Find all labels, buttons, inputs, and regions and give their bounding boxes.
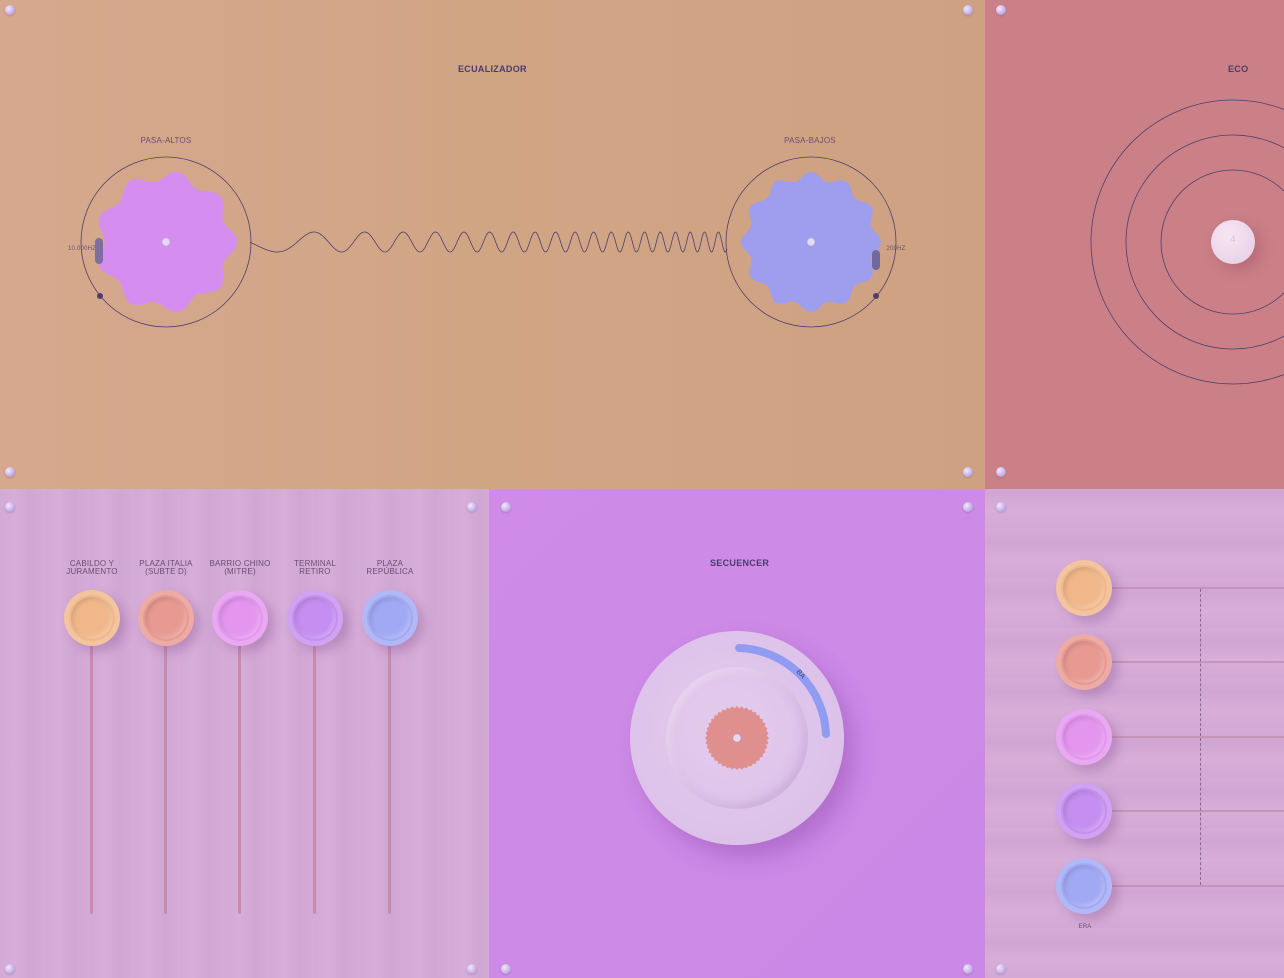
equalizer-panel: ECUALIZADOR PASA-ALTOS PASA-BAJOS 10.000… bbox=[0, 0, 985, 489]
station-label: PLAZA REPÚBLICA bbox=[355, 560, 425, 576]
fader-track bbox=[238, 639, 241, 914]
screw-icon bbox=[963, 964, 973, 974]
knob-inner-ring bbox=[1063, 567, 1105, 609]
track-button[interactable] bbox=[1056, 858, 1112, 914]
screw-icon bbox=[996, 467, 1006, 477]
knob-inner-ring bbox=[1063, 716, 1105, 758]
station-label: CABILDO Y JURAMENTO bbox=[57, 560, 127, 576]
screw-icon bbox=[996, 964, 1006, 974]
station-label-line2: (MITRE) bbox=[224, 567, 256, 576]
screw-icon bbox=[467, 502, 477, 512]
knob-inner-ring bbox=[145, 597, 187, 639]
track-button[interactable] bbox=[1056, 634, 1112, 690]
fader-track bbox=[90, 639, 93, 914]
lowpass-knob[interactable] bbox=[733, 166, 893, 326]
station-label-line2: (SUBTE D) bbox=[145, 567, 187, 576]
station-label: BARRIO CHINO (MITRE) bbox=[205, 560, 275, 576]
knob-inner-ring bbox=[219, 597, 261, 639]
screw-icon bbox=[5, 502, 15, 512]
lowpass-side-tab bbox=[872, 250, 880, 270]
sequencer-panel: SECUENCER BA bbox=[489, 489, 985, 978]
station-label-line2: JURAMENTO bbox=[66, 567, 118, 576]
station-fader-knob[interactable] bbox=[287, 590, 343, 646]
screw-icon bbox=[467, 964, 477, 974]
track-line bbox=[1105, 810, 1284, 812]
track-line bbox=[1105, 736, 1284, 738]
track-button[interactable] bbox=[1056, 560, 1112, 616]
sequencer-graphics bbox=[705, 644, 830, 770]
station-fader-knob[interactable] bbox=[362, 590, 418, 646]
station-label: PLAZA ITALIA (SUBTE D) bbox=[131, 560, 201, 576]
track-line bbox=[1105, 587, 1284, 589]
station-fader-knob[interactable] bbox=[212, 590, 268, 646]
guide-dashed-line bbox=[1200, 589, 1201, 885]
screw-icon bbox=[5, 467, 15, 477]
screw-icon bbox=[5, 5, 15, 15]
station-label: TERMINAL RETIRO bbox=[280, 560, 350, 576]
station-label-line2: REPÚBLICA bbox=[366, 567, 414, 576]
screw-icon bbox=[996, 5, 1006, 15]
right-bottom-panel: ERA bbox=[985, 489, 1284, 978]
screw-icon bbox=[963, 502, 973, 512]
screw-icon bbox=[5, 964, 15, 974]
fader-track bbox=[164, 639, 167, 914]
track-button[interactable] bbox=[1056, 783, 1112, 839]
knob-inner-ring bbox=[1063, 790, 1105, 832]
knob-inner-ring bbox=[1063, 865, 1105, 907]
knob-inner-ring bbox=[369, 597, 411, 639]
echo-knob[interactable]: 4 bbox=[1211, 220, 1255, 264]
screw-icon bbox=[501, 964, 511, 974]
frequency-wave bbox=[249, 231, 728, 253]
knob-inner-ring bbox=[71, 597, 113, 639]
track-line bbox=[1105, 885, 1284, 887]
screw-icon bbox=[963, 467, 973, 477]
knob-inner-ring bbox=[294, 597, 336, 639]
right-bottom-caption: ERA bbox=[1078, 924, 1092, 930]
station-fader-knob[interactable] bbox=[64, 590, 120, 646]
station-fader-knob[interactable] bbox=[138, 590, 194, 646]
knob-inner-ring bbox=[1063, 641, 1105, 683]
station-label-line2: RETIRO bbox=[299, 567, 331, 576]
echo-knob-glyph: 4 bbox=[1230, 234, 1236, 244]
screw-icon bbox=[963, 5, 973, 15]
screw-icon bbox=[996, 502, 1006, 512]
screw-icon bbox=[501, 502, 511, 512]
highpass-knob[interactable] bbox=[88, 166, 248, 326]
fader-track bbox=[388, 639, 391, 914]
highpass-side-tab bbox=[95, 238, 103, 264]
track-button[interactable] bbox=[1056, 709, 1112, 765]
fader-track bbox=[313, 639, 316, 914]
echo-panel: ECO 4 bbox=[985, 0, 1284, 489]
stations-panel: CABILDO Y JURAMENTO PLAZA ITALIA (SUBTE D) B… bbox=[0, 489, 489, 978]
track-line bbox=[1105, 661, 1284, 663]
